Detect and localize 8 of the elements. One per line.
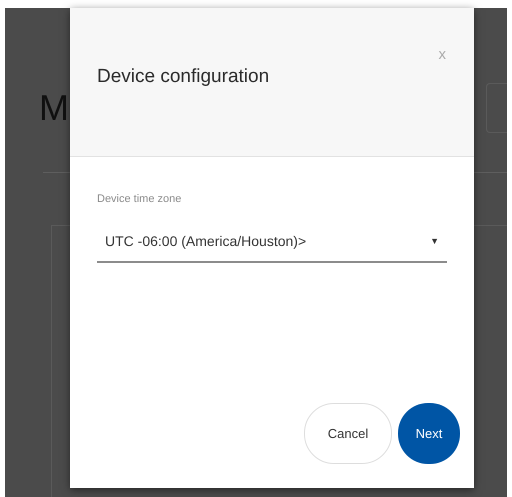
next-button[interactable]: Next <box>398 403 460 464</box>
page-heading: M <box>39 90 69 126</box>
search-field[interactable] <box>486 83 507 133</box>
cancel-button[interactable]: Cancel <box>304 403 392 464</box>
caret-icon: ▼ <box>430 236 439 246</box>
field-label: Device time zone <box>97 193 182 205</box>
dialog-title: Device configuration <box>97 66 270 88</box>
time-zone-dropdown[interactable]: UTC -06:00 (America/Houston)> ▼ <box>97 233 447 263</box>
